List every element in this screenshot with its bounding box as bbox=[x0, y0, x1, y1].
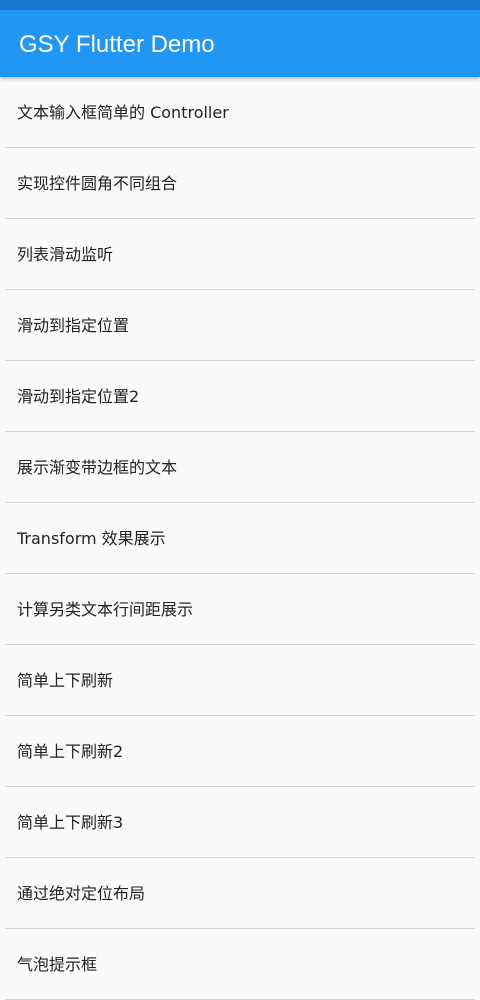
list-item-text-controller[interactable]: 文本输入框简单的 Controller bbox=[5, 77, 475, 148]
list-item-rounded-corners[interactable]: 实现控件圆角不同组合 bbox=[5, 148, 475, 219]
app-screen: GSY Flutter Demo 文本输入框简单的 Controller 实现控… bbox=[0, 0, 480, 1000]
list-item-label: 简单上下刷新 bbox=[17, 671, 114, 690]
list-item-transform-demo[interactable]: Transform 效果展示 bbox=[5, 503, 475, 574]
list-item-label: 实现控件圆角不同组合 bbox=[17, 174, 178, 193]
list-item-label: 滑动到指定位置 bbox=[17, 316, 130, 335]
list-item-bubble-tip[interactable]: 气泡提示框 bbox=[5, 929, 475, 1000]
list-item-label: 展示渐变带边框的文本 bbox=[17, 458, 178, 477]
list-item-label: 简单上下刷新3 bbox=[17, 813, 124, 832]
list-item-label: 简单上下刷新2 bbox=[17, 742, 124, 761]
app-title: GSY Flutter Demo bbox=[19, 31, 215, 58]
list-item-label: Transform 效果展示 bbox=[17, 529, 166, 548]
list-item-label: 列表滑动监听 bbox=[17, 245, 114, 264]
demo-list[interactable]: 文本输入框简单的 Controller 实现控件圆角不同组合 列表滑动监听 滑动… bbox=[0, 77, 480, 1000]
list-item-scroll-listener[interactable]: 列表滑动监听 bbox=[5, 219, 475, 290]
list-item-absolute-layout[interactable]: 通过绝对定位布局 bbox=[5, 858, 475, 929]
list-item-line-spacing[interactable]: 计算另类文本行间距展示 bbox=[5, 574, 475, 645]
list-item-gradient-border-text[interactable]: 展示渐变带边框的文本 bbox=[5, 432, 475, 503]
list-item-refresh-2[interactable]: 简单上下刷新2 bbox=[5, 716, 475, 787]
list-item-scroll-to-position[interactable]: 滑动到指定位置 bbox=[5, 290, 475, 361]
list-item-label: 通过绝对定位布局 bbox=[17, 884, 146, 903]
list-item-label: 文本输入框简单的 Controller bbox=[17, 103, 229, 122]
list-item-label: 滑动到指定位置2 bbox=[17, 387, 140, 406]
list-item-label: 计算另类文本行间距展示 bbox=[17, 600, 194, 619]
list-item-scroll-to-position-2[interactable]: 滑动到指定位置2 bbox=[5, 361, 475, 432]
app-bar: GSY Flutter Demo bbox=[0, 10, 480, 77]
list-item-refresh-3[interactable]: 简单上下刷新3 bbox=[5, 787, 475, 858]
list-item-label: 气泡提示框 bbox=[17, 955, 98, 974]
list-item-refresh[interactable]: 简单上下刷新 bbox=[5, 645, 475, 716]
status-bar bbox=[0, 0, 480, 10]
